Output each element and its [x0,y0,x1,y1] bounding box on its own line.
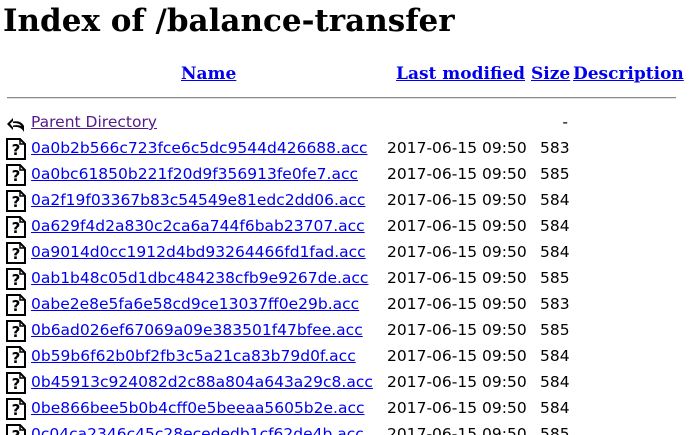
file-row: ? 0abe2e8e5fa6e58cd9ce13037ff0e29b.acc 201… [0,291,696,317]
file-modified-date: 2017-06-15 09:50 [387,165,527,183]
file-modified-date: 2017-06-15 09:50 [387,295,527,313]
unknown-file-icon: ? [6,372,26,394]
sort-by-description-link[interactable]: Description [573,64,684,84]
file-row: ? 0ab1b48c05d1dbc484238cfb9e9267de.acc 201… [0,265,696,291]
svg-text:?: ? [12,427,21,435]
svg-text:?: ? [12,271,21,289]
file-size: 583 [540,139,570,157]
parent-directory-link[interactable]: Parent Directory [31,112,157,132]
file-size: 585 [540,165,570,183]
file-link[interactable]: 0a629f4d2a830c2ca6a744f6bab23707.acc [31,216,365,236]
file-size: 585 [540,321,570,339]
file-size: 584 [540,373,570,391]
file-modified-date: 2017-06-15 09:50 [387,243,527,261]
file-link[interactable]: 0abe2e8e5fa6e58cd9ce13037ff0e29b.acc [31,294,359,314]
file-size: 584 [540,347,570,365]
unknown-file-icon: ? [6,216,26,238]
file-modified-date: 2017-06-15 09:50 [387,269,527,287]
file-link[interactable]: 0b59b6f62b0bf2fb3c5a21ca83b79d0f.acc [31,346,356,366]
file-modified-date: 2017-06-15 09:50 [387,347,527,365]
file-row: ? 0a629f4d2a830c2ca6a744f6bab23707.acc 201… [0,213,696,239]
file-size: 584 [540,217,570,235]
unknown-file-icon: ? [6,242,26,264]
svg-text:?: ? [12,297,21,315]
file-modified-date: 2017-06-15 09:50 [387,399,527,417]
file-link[interactable]: 0ab1b48c05d1dbc484238cfb9e9267de.acc [31,268,368,288]
unknown-file-icon: ? [6,320,26,342]
file-link[interactable]: 0a9014d0cc1912d4bd93264466fd1fad.acc [31,242,366,262]
file-size: 584 [540,399,570,417]
unknown-file-icon: ? [6,424,26,435]
sort-by-name-link[interactable]: Name [181,64,236,84]
file-link[interactable]: 0b6ad026ef67069a09e383501f47bfee.acc [31,320,363,340]
file-row: ? 0be866bee5b0b4cff0e5beeaa5605b2e.acc 201… [0,395,696,421]
file-size: 584 [540,191,570,209]
file-modified-date: 2017-06-15 09:50 [387,373,527,391]
back-icon [6,112,26,134]
svg-text:?: ? [12,219,21,237]
unknown-file-icon: ? [6,190,26,212]
file-modified-date: 2017-06-15 09:50 [387,191,527,209]
svg-text:?: ? [12,349,21,367]
file-modified-date: 2017-06-15 09:50 [387,139,527,157]
header-divider [7,97,676,99]
file-row: ? 0a2f19f03367b83c54549e81edc2dd06.acc 201… [0,187,696,213]
file-modified-date: 2017-06-15 09:50 [387,321,527,339]
file-size: 585 [540,425,570,435]
svg-text:?: ? [12,323,21,341]
file-modified-date: 2017-06-15 09:50 [387,217,527,235]
file-link[interactable]: 0a0bc61850b221f20d9f356913fe0fe7.acc [31,164,358,184]
file-link[interactable]: 0a2f19f03367b83c54549e81edc2dd06.acc [31,190,365,210]
svg-text:?: ? [12,167,21,185]
unknown-file-icon: ? [6,138,26,160]
sort-by-size-link[interactable]: Size [531,64,570,84]
file-size: 583 [540,295,570,313]
file-row: ? 0c04ca2346c45c28ecededb1cf62de4b.acc 201… [0,421,696,435]
file-row: ? 0a0bc61850b221f20d9f356913fe0fe7.acc 201… [0,161,696,187]
file-row: ? 0a0b2b566c723fce6c5dc9544d426688.acc 201… [0,135,696,161]
file-modified-date: 2017-06-15 09:50 [387,425,527,435]
parent-directory-row: Parent Directory - [0,109,696,135]
file-row: ? 0b45913c924082d2c88a804a643a29c8.acc 201… [0,369,696,395]
sort-by-last-modified-link[interactable]: Last modified [396,64,525,84]
svg-text:?: ? [12,375,21,393]
unknown-file-icon: ? [6,268,26,290]
file-row: ? 0a9014d0cc1912d4bd93264466fd1fad.acc 201… [0,239,696,265]
svg-text:?: ? [12,141,21,159]
unknown-file-icon: ? [6,346,26,368]
file-link[interactable]: 0be866bee5b0b4cff0e5beeaa5605b2e.acc [31,398,365,418]
parent-size: - [562,113,568,131]
file-size: 584 [540,243,570,261]
svg-text:?: ? [12,245,21,263]
page-title: Index of /balance-transfer [3,3,455,39]
unknown-file-icon: ? [6,164,26,186]
unknown-file-icon: ? [6,398,26,420]
file-row: ? 0b59b6f62b0bf2fb3c5a21ca83b79d0f.acc 201… [0,343,696,369]
svg-text:?: ? [12,193,21,211]
file-row: ? 0b6ad026ef67069a09e383501f47bfee.acc 201… [0,317,696,343]
file-size: 585 [540,269,570,287]
file-link[interactable]: 0a0b2b566c723fce6c5dc9544d426688.acc [31,138,368,158]
file-link[interactable]: 0b45913c924082d2c88a804a643a29c8.acc [31,372,373,392]
file-link[interactable]: 0c04ca2346c45c28ecededb1cf62de4b.acc [31,424,364,435]
unknown-file-icon: ? [6,294,26,316]
svg-text:?: ? [12,401,21,419]
